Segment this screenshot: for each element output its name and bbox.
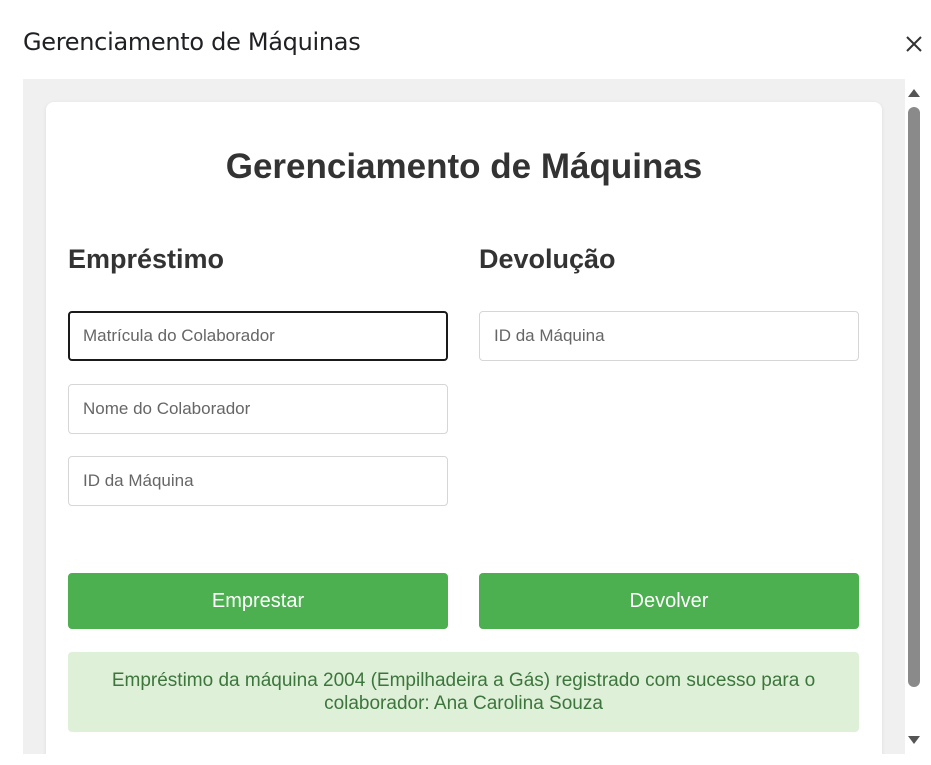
employee-id-input[interactable] [68, 311, 448, 361]
success-message: Empréstimo da máquina 2004 (Empilhadeira… [68, 652, 859, 732]
close-button[interactable] [898, 28, 930, 60]
close-icon [906, 36, 922, 52]
return-section-title: Devolução [479, 244, 616, 274]
lend-button[interactable]: Emprestar [68, 573, 448, 629]
employee-name-input[interactable] [68, 384, 448, 434]
page-title: Gerenciamento de Máquinas [225, 147, 703, 186]
return-button[interactable]: Devolver [479, 573, 859, 629]
scroll-thumb[interactable] [908, 107, 920, 687]
vertical-scrollbar[interactable] [905, 79, 923, 754]
loan-machine-id-input[interactable] [68, 456, 448, 506]
return-machine-id-input[interactable] [479, 311, 859, 361]
loan-section-title: Empréstimo [68, 244, 225, 274]
dialog: Gerenciamento de Máquinas Gerenciamento … [0, 0, 931, 765]
content-viewport: Gerenciamento de Máquinas Empréstimo Dev… [23, 79, 905, 754]
scroll-up-icon[interactable] [908, 89, 920, 97]
dialog-title: Gerenciamento de Máquinas [23, 28, 361, 56]
scroll-down-icon[interactable] [908, 736, 920, 744]
machine-management-card: Gerenciamento de Máquinas Empréstimo Dev… [46, 102, 882, 754]
